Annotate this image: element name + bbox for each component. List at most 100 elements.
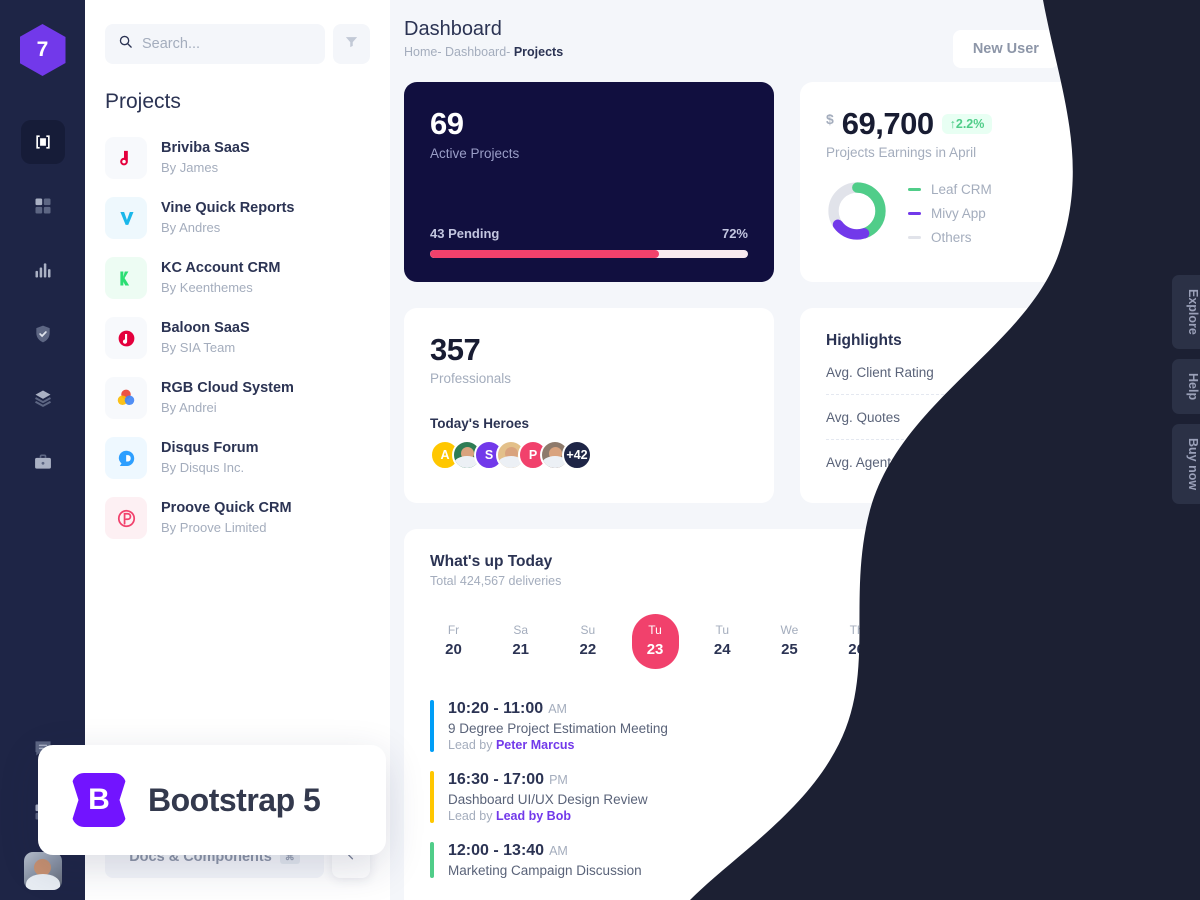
search-input[interactable]: Search... [105,24,325,64]
progress-bar-fill [430,250,659,258]
event-view-button[interactable]: View [1083,842,1149,878]
side-tab-buy-now[interactable]: Buy now [1172,423,1200,505]
event-time-row: 10:20 - 11:00 AM [448,700,668,718]
event-time-row: 16:30 - 17:00 PM [448,771,648,789]
day-of-week: Su [580,623,596,637]
event-ampm: AM [548,702,567,716]
report-center-button[interactable]: Report Cecnter [1023,553,1149,590]
event-color-bar [430,700,434,752]
rail-item-shield-check[interactable] [21,312,65,356]
calendar-day[interactable]: Mo 30 [1102,614,1149,669]
whats-up-today-card: What's up Today Total 424,567 deliveries… [404,529,1175,900]
hero-initial: S [484,448,494,462]
project-name: Proove Quick CRM [161,500,292,517]
main-content: Dashboard Home- Dashboard- Projects New … [390,0,1200,900]
project-row[interactable]: Proove Quick CRM By Proove Limited [105,488,370,548]
project-author: By Andres [161,220,221,236]
legend-label: Mivy App [931,206,986,221]
rail-item-grid[interactable] [21,184,65,228]
rail-item-layers[interactable] [21,376,65,420]
highlight-value-number: $2,309 [1106,454,1149,471]
event-details: 10:20 - 11:00 AM 9 Degree Project Estimat… [448,700,668,752]
day-number: 23 [646,641,664,658]
project-row[interactable]: KC Account CRM By Keenthemes [105,248,370,308]
project-author: By Disqus Inc. [161,460,245,476]
trend-up-icon: ↗ [1090,364,1103,380]
highlight-name: Avg. Client Rating [826,365,934,380]
breadcrumb-dashboard[interactable]: Dashboard- [445,45,510,59]
calendar-day[interactable]: Su 29 [1035,614,1082,669]
project-row[interactable]: Disqus Forum By Disqus Inc. [105,428,370,488]
day-number: 20 [445,641,462,658]
event-view-button[interactable]: View [1083,779,1149,815]
header-actions: New User New Goal [952,18,1175,68]
earnings-amount-row: $ 69,700 ↑2.2% [826,106,1149,142]
legend-value: $7,660 [1107,182,1149,197]
project-row[interactable]: RGB Cloud System By Andrei [105,368,370,428]
active-projects-count: 69 [430,106,464,141]
calendar-day[interactable]: Tu 24 [699,614,746,669]
event-time: 16:30 - 17:00 [448,771,545,788]
app-logo[interactable]: 7 [19,24,66,76]
calendar-day[interactable]: Su 22 [564,614,611,669]
search-icon [118,34,133,54]
calendar-day[interactable]: Sa 21 [497,614,544,669]
rail-item-cube[interactable] [20,120,65,164]
trend-down-icon: ↙ [1105,409,1118,425]
side-tab-help[interactable]: Help [1172,358,1200,414]
event-ampm: AM [549,844,568,858]
event-view-button[interactable]: View [1083,708,1149,744]
filter-button[interactable] [333,24,370,64]
user-avatar[interactable] [23,852,62,890]
calendar-day[interactable]: We 25 [766,614,813,669]
day-of-week: Fri [916,623,931,637]
earnings-donut-chart [826,180,888,247]
day-of-week: Tu [715,623,730,637]
event-lead-name[interactable]: Peter Marcus [496,738,575,752]
rail-item-briefcase[interactable] [21,440,65,484]
project-logo-kc [105,257,147,299]
calendar-day[interactable]: Th 26 [833,614,880,669]
project-logo-briviba [105,137,147,179]
breadcrumb: Home- Dashboard- Projects [404,45,563,59]
calendar-days-row: Fr 20 Sa 21 Su 22 Tu 23 Tu 24 We 25 Th 26 Fri 27… [430,614,1149,669]
day-number: 22 [579,641,597,658]
search-row: Search... [85,0,390,64]
event-lead-prefix: Lead by [448,809,496,823]
delta-value: 2.2% [955,117,985,131]
new-goal-button[interactable]: New Goal [1068,30,1175,68]
day-number: 27 [915,641,933,658]
projects-heading: Projects [105,90,181,113]
event-ampm: PM [549,773,568,787]
project-row[interactable]: Baloon SaaS By SIA Team [105,308,370,368]
project-row[interactable]: Vine Quick Reports By Andres [105,188,370,248]
event-lead-name[interactable]: Lead by Bob [496,809,571,823]
calendar-day[interactable]: Fr 20 [430,614,477,669]
professionals-card: 357 Professionals Today's Heroes A S P +… [404,308,774,503]
event-details: 12:00 - 13:40 AM Marketing Campaign Discu… [448,842,642,878]
bootstrap-badge-text: Bootstrap 5 [148,781,321,818]
legend-item: Leaf CRM [908,182,992,197]
project-author: By Andrei [161,400,217,416]
new-user-button[interactable]: New User [952,30,1059,68]
project-row[interactable]: Briviba SaaS By James [105,128,370,188]
breadcrumb-home[interactable]: Home- [404,45,442,59]
legend-color-swatch [908,188,921,191]
hero-overflow-count: +42 [566,448,588,462]
hero-initial: A [440,448,450,462]
day-number: 28 [982,641,1000,658]
highlight-row: Avg. Client Rating ↗ 7.8/10 [826,350,1149,395]
side-tab-explore[interactable]: Explore [1172,275,1200,349]
highlight-value: 7.8/10 [1110,365,1149,381]
rail-item-bar-chart[interactable] [21,248,65,292]
hero-avatar-overflow[interactable]: +42 [562,440,592,470]
earnings-card: $ 69,700 ↑2.2% Projects Earnings in Apri… [800,82,1175,282]
calendar-day-selected[interactable]: Tu 23 [631,614,679,669]
calendar-day[interactable]: Fri 27 [900,614,947,669]
highlight-value: 730 [1126,410,1149,426]
project-name: Vine Quick Reports [161,200,295,217]
calendar-day[interactable]: Sa 28 [968,614,1015,669]
project-list: Briviba SaaS By James Vine Quick Reports… [85,114,390,548]
day-number: 29 [1049,641,1067,658]
professionals-label: Professionals [430,371,512,386]
